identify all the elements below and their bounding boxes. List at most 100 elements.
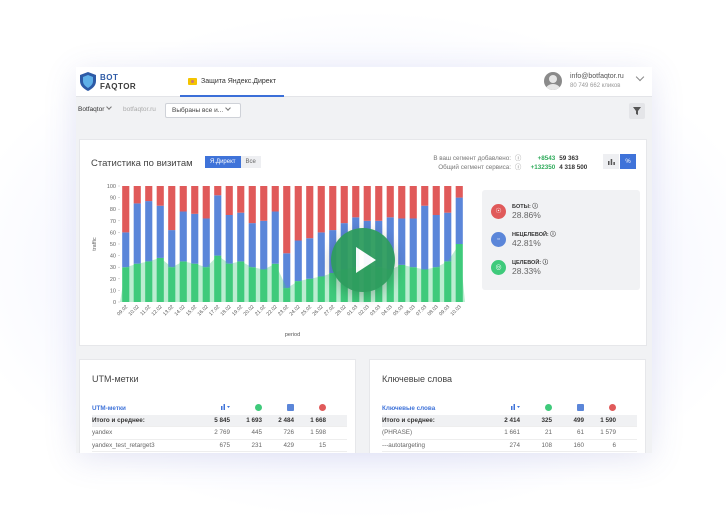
x-tick-label: 03.03 (369, 304, 382, 317)
filter-button[interactable] (629, 103, 645, 119)
table-cell: 2 769 (214, 429, 230, 437)
campaign-select[interactable]: Выбраны все и... (165, 103, 241, 118)
table-row[interactable]: yandex 2 769 445 726 1 598 (92, 427, 347, 440)
table-cell: 1 598 (310, 429, 326, 437)
bar-segment-nontarget (145, 201, 153, 262)
bar-segment-nontarget (409, 218, 417, 268)
legend-item-bots: ☉ БОТЫ: ⓘ 28.86% (491, 202, 541, 220)
table-cell: 1 590 (600, 416, 616, 424)
bar-segment-bots (191, 186, 199, 214)
legend-value-bots: 28.86% (512, 210, 541, 220)
bar-segment-bots (271, 186, 279, 212)
info-icon[interactable]: ⓘ (543, 260, 549, 266)
table-cell: 274 (509, 441, 520, 449)
bar-segment-nontarget (398, 218, 406, 265)
bar-segment-bots (260, 186, 268, 221)
x-tick-label: 14.02 (174, 304, 187, 317)
bar-segment-nontarget (225, 215, 233, 264)
x-axis-label: period (285, 332, 300, 338)
percent-icon: % (625, 158, 631, 165)
table-cell: yandex (92, 429, 113, 437)
filter-bar: Botfaqtor botfaqtor.ru Выбраны все и... (76, 99, 652, 123)
column-header-traffic[interactable] (492, 404, 524, 412)
info-icon[interactable]: ⓘ (515, 163, 521, 172)
column-header-traffic[interactable] (202, 404, 234, 412)
x-tick-label: 17.02 (208, 304, 221, 317)
x-tick-label: 21.02 (254, 304, 267, 317)
table-total-row: Итого и среднее: 5 845 1 693 2 484 1 668 (92, 414, 347, 427)
bar-segment-bots (363, 186, 371, 221)
y-tick-label: 20 (110, 277, 116, 283)
bar-chart-icon (221, 404, 230, 411)
user-email: info@botfaqtor.ru (570, 73, 624, 80)
target-icon: ◎ (491, 259, 506, 275)
y-tick-label: 70 (110, 219, 116, 225)
tab-yandex-direct[interactable]: Я.Директ (205, 156, 241, 168)
legend-label-target: ЦЕЛЕВОЙ: ⓘ (512, 260, 549, 266)
column-header-bots[interactable] (588, 403, 620, 413)
bar-chart-icon (511, 404, 520, 411)
bar-segment-nontarget (444, 212, 452, 262)
tab-yandex-direct-protection[interactable]: Защита Яндекс.Директ (180, 67, 284, 97)
x-tick-label: 06.03 (404, 304, 417, 317)
filter-icon (633, 107, 641, 115)
column-header-bots[interactable] (298, 403, 330, 413)
y-axis-label: traffic (92, 237, 98, 251)
logo-line-2: FAQTOR (100, 82, 137, 91)
chevron-down-icon[interactable] (635, 72, 645, 82)
bar-segment-bots (432, 186, 440, 215)
visit-stats-panel: Статистика по визитам Я.Директ Все В ваш… (79, 139, 647, 346)
site-label[interactable]: botfaqtor.ru (123, 106, 156, 113)
shield-logo-icon (80, 72, 96, 91)
table-cell: 5 845 (214, 416, 230, 424)
logo-line-1: BOT (100, 73, 119, 82)
bar-segment-bots (317, 186, 325, 233)
x-tick-label: 18.02 (220, 304, 233, 317)
chevron-down-icon (225, 105, 231, 111)
x-tick-label: 05.03 (392, 304, 405, 317)
total-label: Итого и среднее: (382, 416, 435, 424)
percent-view-button[interactable]: % (620, 154, 636, 169)
info-icon[interactable]: ⓘ (550, 232, 556, 238)
x-tick-label: 25.02 (300, 304, 313, 317)
bar-segment-nontarget (237, 212, 245, 262)
bar-segment-bots (294, 186, 302, 241)
x-tick-label: 01.03 (346, 304, 359, 317)
account-dropdown[interactable]: Botfaqtor (78, 104, 113, 113)
x-tick-label: 13.02 (162, 304, 175, 317)
column-header-nontarget[interactable] (266, 403, 298, 413)
bar-segment-nontarget (202, 218, 210, 268)
table-cell: 160 (573, 441, 584, 449)
column-header-target[interactable] (234, 403, 266, 413)
table-row[interactable]: ---autotargeting 274 108 160 6 (382, 440, 637, 452)
avatar[interactable] (544, 72, 562, 90)
play-video-button[interactable] (331, 228, 395, 292)
info-icon[interactable]: ⓘ (515, 154, 521, 163)
bar-segment-bots (375, 186, 383, 221)
bar-chart-view-button[interactable] (603, 154, 619, 169)
column-header-keywords[interactable]: Ключевые слова (382, 405, 492, 412)
x-tick-label: 19.02 (231, 304, 244, 317)
botfaqtor-logo[interactable]: BOT FAQTOR (80, 72, 142, 92)
user-balance: 80 749 662 кликов (570, 83, 621, 89)
table-cell: 2 414 (504, 416, 520, 424)
table-row[interactable]: (PHRASE) 1 661 21 61 1 579 (382, 427, 637, 440)
table-row[interactable]: yandex_test_retarget3 675 231 429 15 (92, 440, 347, 452)
x-tick-label: 22.02 (266, 304, 279, 317)
bar-segment-bots (455, 186, 463, 198)
table-cell: 325 (541, 416, 552, 424)
legend-label-nontarget: НЕЦЕЛЕВОЙ: ⓘ (512, 232, 556, 238)
bar-segment-bots (444, 186, 452, 213)
x-tick-label: 12.02 (151, 304, 164, 317)
y-tick-label: 60 (110, 230, 116, 236)
column-header-target[interactable] (524, 403, 556, 413)
tab-all[interactable]: Все (240, 156, 261, 168)
column-header-utm[interactable]: UTM-метки (92, 405, 202, 412)
x-tick-label: 20.02 (243, 304, 256, 317)
bar-segment-bots (133, 186, 141, 204)
column-header-nontarget[interactable] (556, 403, 588, 413)
bar-segment-bots (248, 186, 256, 224)
table-cell: (PHRASE) (382, 429, 413, 437)
x-tick-label: 10.02 (128, 304, 141, 317)
table-cell: 2 484 (278, 416, 294, 424)
